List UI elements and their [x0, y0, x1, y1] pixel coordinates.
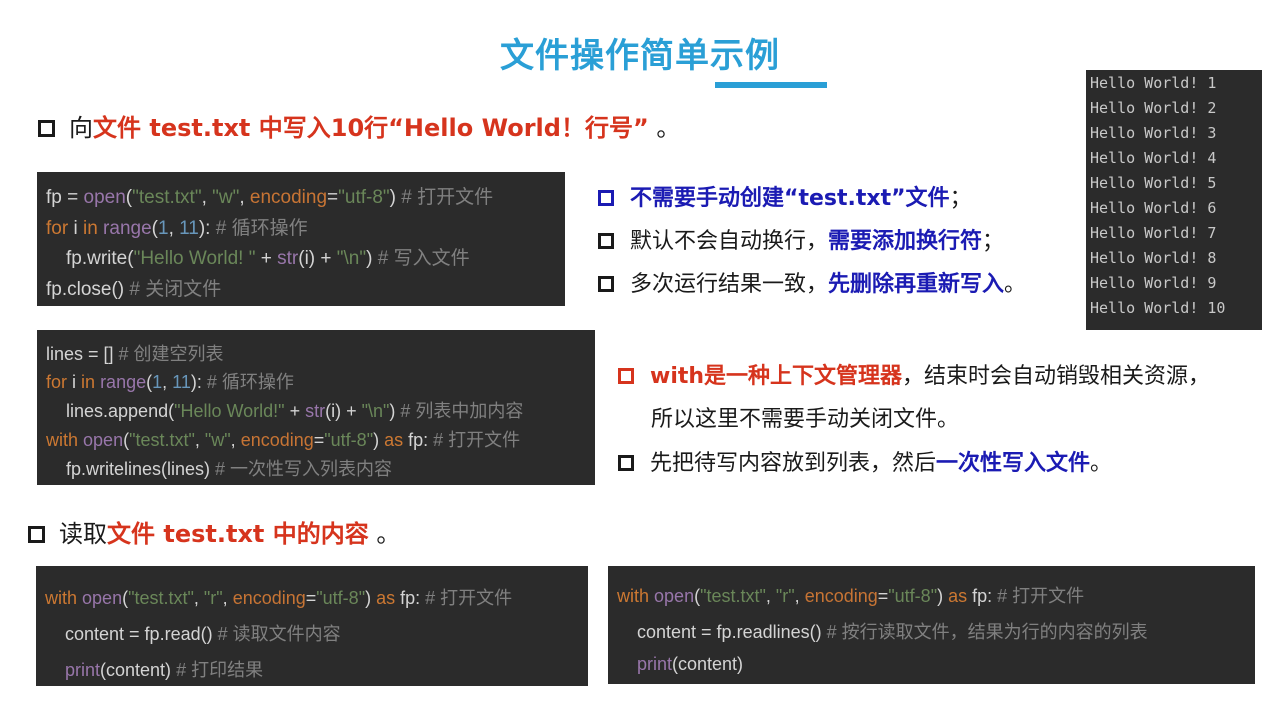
code-block-write: fp = open("test.txt", "w", encoding="utf… [37, 172, 565, 306]
code-line: lines = [] # 创建空列表 [46, 344, 224, 364]
code-line: lines.append("Hello World!" + str(i) + "… [66, 401, 524, 421]
output-line: Hello World! 4 [1090, 149, 1217, 167]
square-bullet-icon [598, 190, 614, 206]
square-bullet-icon [28, 526, 45, 543]
bullet-suffix: 。 [368, 520, 401, 548]
square-bullet-icon [618, 455, 634, 471]
output-line: Hello World! 3 [1090, 124, 1217, 142]
title-underline [715, 82, 827, 88]
note-suffix: 。 [1004, 272, 1027, 297]
note-highlight: 需要添加换行符 [828, 229, 983, 254]
bullet-write-heading: 向文件 test.txt 中写入10行“Hello World！行号” 。 [38, 108, 680, 143]
bullet-suffix: 。 [648, 114, 681, 142]
square-bullet-icon [618, 368, 634, 384]
code-line: content = fp.readlines() # 按行读取文件，结果为行的内… [637, 622, 1148, 642]
code-block-readlines: with open("test.txt", "r", encoding="utf… [608, 566, 1255, 684]
note-suffix: ，结束时会自动销毁相关资源， [902, 364, 1211, 389]
output-line: Hello World! 1 [1090, 74, 1217, 92]
code-line: for i in range(1, 11): # 循环操作 [46, 218, 308, 239]
code-line: content = fp.read() # 读取文件内容 [65, 624, 341, 644]
code-block-read: with open("test.txt", "r", encoding="utf… [36, 566, 588, 686]
code-block-writelines: lines = [] # 创建空列表 for i in range(1, 11)… [37, 330, 595, 485]
note-suffix: 。 [1090, 451, 1113, 476]
code-line: fp = open("test.txt", "w", encoding="utf… [46, 187, 494, 208]
code-line: with open("test.txt", "r", encoding="utf… [617, 586, 1085, 606]
code-line: fp.writelines(lines) # 一次性写入列表内容 [66, 459, 393, 479]
note-item: with是一种上下文管理器，结束时会自动销毁相关资源， [618, 358, 1210, 390]
note-highlight: 先删除再重新写入 [828, 272, 1005, 297]
output-line: Hello World! 5 [1090, 174, 1217, 192]
note-item: 先把待写内容放到列表，然后一次性写入文件。 [618, 445, 1112, 477]
code-line: print(content) [637, 654, 744, 674]
code-line: print(content) # 打印结果 [65, 660, 264, 680]
note-suffix: ； [982, 229, 1005, 254]
code-line: for i in range(1, 11): # 循环操作 [46, 372, 294, 392]
square-bullet-icon [598, 233, 614, 249]
note-item: 默认不会自动换行，需要添加换行符； [598, 223, 1004, 255]
note-item: 多次运行结果一致，先删除再重新写入。 [598, 266, 1026, 298]
note-highlight: 一次性写入文件 [936, 451, 1091, 476]
code-line: fp.close() # 关闭文件 [46, 279, 222, 300]
note-prefix: 先把待写内容放到列表，然后 [650, 451, 937, 476]
code-line: fp.write("Hello World! " + str(i) + "\n"… [66, 248, 470, 269]
note-prefix: 默认不会自动换行， [630, 229, 829, 254]
square-bullet-icon [598, 276, 614, 292]
output-line: Hello World! 2 [1090, 99, 1217, 117]
output-line: Hello World! 8 [1090, 249, 1217, 267]
square-bullet-icon [38, 120, 55, 137]
note-prefix: 多次运行结果一致， [630, 272, 829, 297]
output-line: Hello World! 10 [1090, 299, 1226, 317]
note-text: 所以这里不需要手动关闭文件。 [651, 407, 960, 432]
bullet-highlight: 文件 test.txt 中写入10行“Hello World！行号” [93, 114, 649, 142]
console-output: Hello World! 1 Hello World! 2 Hello Worl… [1086, 70, 1262, 330]
note-item: 不需要手动创建“test.txt”文件； [598, 180, 972, 212]
bullet-highlight: 文件 test.txt 中的内容 [107, 520, 369, 548]
code-line: with open("test.txt", "w", encoding="utf… [46, 430, 521, 450]
code-line: with open("test.txt", "r", encoding="utf… [45, 588, 513, 608]
output-line: Hello World! 7 [1090, 224, 1217, 242]
output-line: Hello World! 9 [1090, 274, 1217, 292]
bullet-read-heading: 读取文件 test.txt 中的内容 。 [28, 514, 400, 549]
note-suffix: ； [949, 186, 972, 211]
note-highlight: with是一种上下文管理器 [650, 364, 903, 389]
output-line: Hello World! 6 [1090, 199, 1217, 217]
bullet-prefix: 读取 [59, 520, 107, 548]
bullet-prefix: 向 [69, 114, 93, 142]
note-continuation: 所以这里不需要手动关闭文件。 [651, 401, 959, 433]
note-highlight: 不需要手动创建“test.txt”文件 [630, 186, 950, 211]
